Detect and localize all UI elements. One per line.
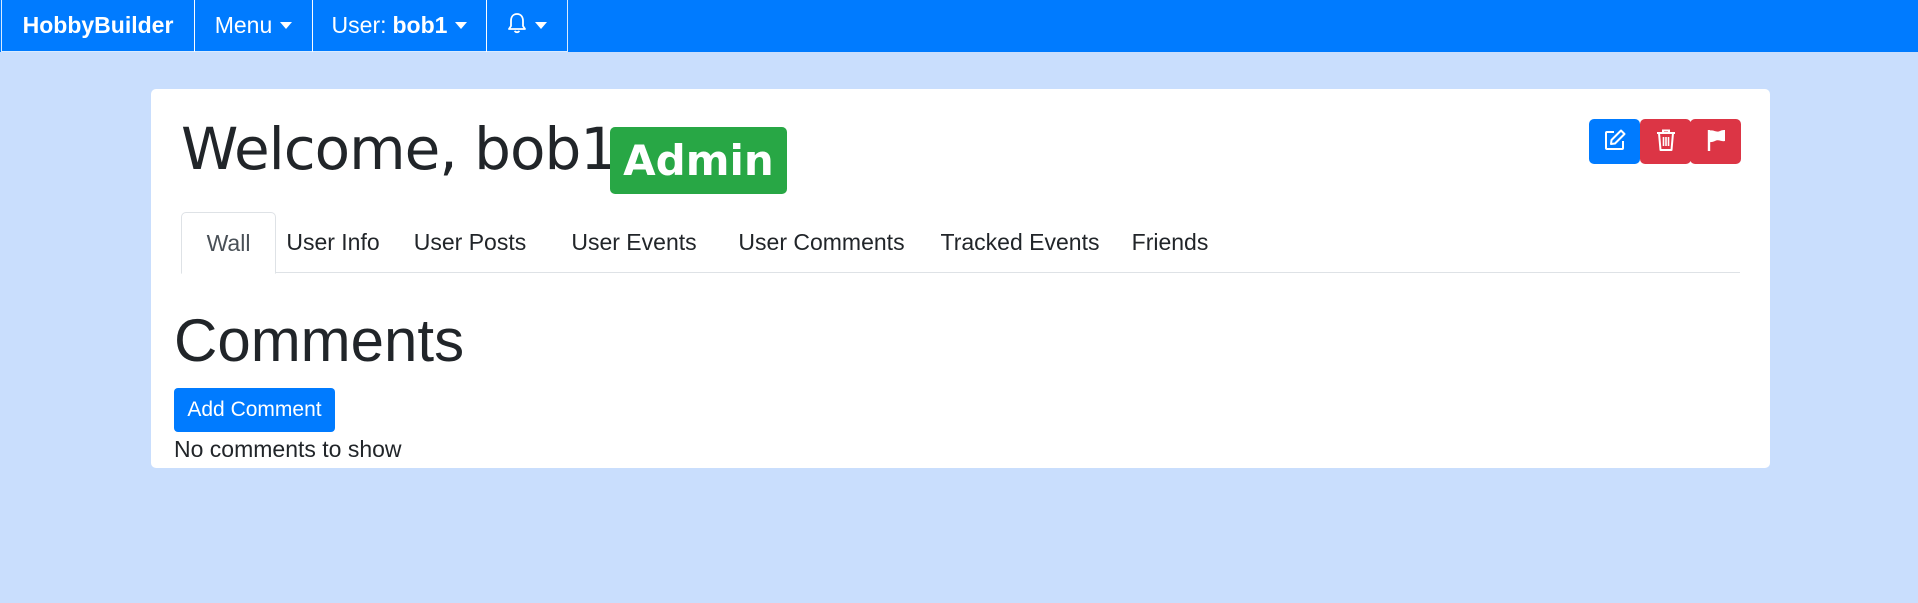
- brand-label: HobbyBuilder: [22, 12, 174, 38]
- user-dropdown[interactable]: User: bob1: [312, 0, 487, 52]
- edit-profile-button[interactable]: [1589, 119, 1640, 164]
- admin-badge: Admin: [610, 127, 787, 194]
- pencil-square-icon: [1603, 128, 1627, 156]
- menu-dropdown[interactable]: Menu: [194, 0, 313, 52]
- menu-label: Menu: [214, 12, 273, 38]
- tab-user-comments[interactable]: User Comments: [718, 212, 925, 273]
- username: bob1: [392, 12, 448, 38]
- brand-link[interactable]: HobbyBuilder: [1, 0, 195, 52]
- bell-icon: [507, 12, 527, 40]
- comments-heading: Comments: [174, 307, 465, 374]
- trash-icon: [1655, 128, 1677, 156]
- profile-tabs: Wall User Info User Posts User Events Us…: [181, 212, 1740, 274]
- profile-card: Welcome, bob1 Admin Wall User Info User …: [151, 89, 1770, 468]
- report-user-button[interactable]: [1690, 119, 1741, 164]
- welcome-heading: Welcome, bob1: [181, 115, 617, 183]
- notifications-dropdown[interactable]: [486, 0, 568, 52]
- tab-wall[interactable]: Wall: [181, 212, 276, 274]
- flag-icon: [1705, 128, 1727, 156]
- add-comment-button[interactable]: Add Comment: [174, 388, 335, 432]
- top-navbar: HobbyBuilder Menu User: bob1: [0, 0, 1918, 52]
- tab-tracked-events[interactable]: Tracked Events: [925, 212, 1115, 273]
- tab-user-events[interactable]: User Events: [550, 212, 718, 273]
- caret-down-icon: [535, 22, 547, 29]
- caret-down-icon: [455, 22, 468, 29]
- delete-user-button[interactable]: [1640, 119, 1691, 164]
- tab-user-posts[interactable]: User Posts: [390, 212, 550, 273]
- caret-down-icon: [280, 22, 293, 29]
- tab-friends[interactable]: Friends: [1115, 212, 1225, 273]
- user-prefix: User:: [331, 12, 387, 38]
- tab-user-info[interactable]: User Info: [276, 212, 390, 273]
- no-comments-message: No comments to show: [174, 436, 402, 462]
